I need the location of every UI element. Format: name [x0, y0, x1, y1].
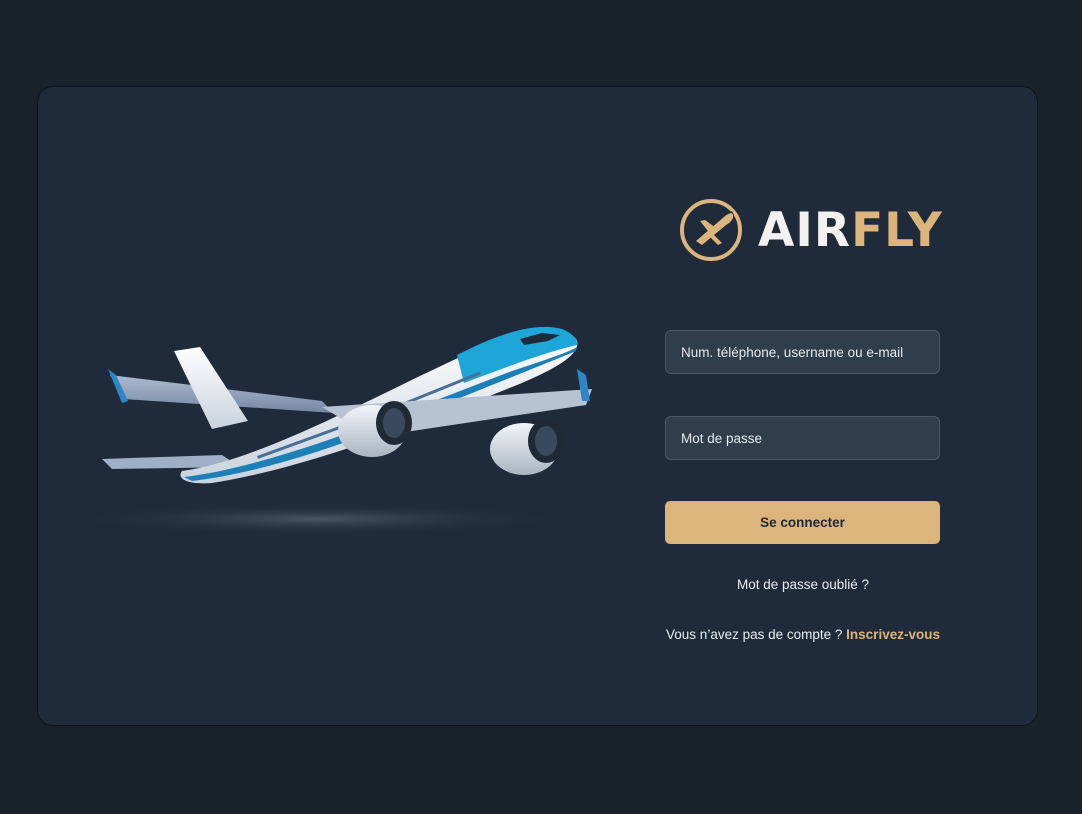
login-card: AIRFLY Se connecter Mot de passe oublié …: [37, 86, 1038, 726]
airplane-illustration-icon: [72, 326, 592, 535]
forgot-password-link[interactable]: Mot de passe oublié ?: [618, 577, 988, 592]
signup-prompt-line: Vous n’avez pas de compte ? Inscrivez-vo…: [618, 627, 988, 642]
password-input[interactable]: [665, 416, 940, 460]
brand-name-part2: FLY: [851, 202, 943, 258]
signup-link[interactable]: Inscrivez-vous: [846, 627, 940, 642]
login-button[interactable]: Se connecter: [665, 501, 940, 544]
signup-prompt-text: Vous n’avez pas de compte ?: [666, 627, 843, 642]
brand-logo: AIRFLY: [678, 197, 943, 263]
airplane-circle-icon: [680, 199, 742, 261]
brand-name: AIRFLY: [758, 207, 943, 254]
brand-name-part1: AIR: [758, 202, 852, 258]
username-input[interactable]: [665, 330, 940, 374]
